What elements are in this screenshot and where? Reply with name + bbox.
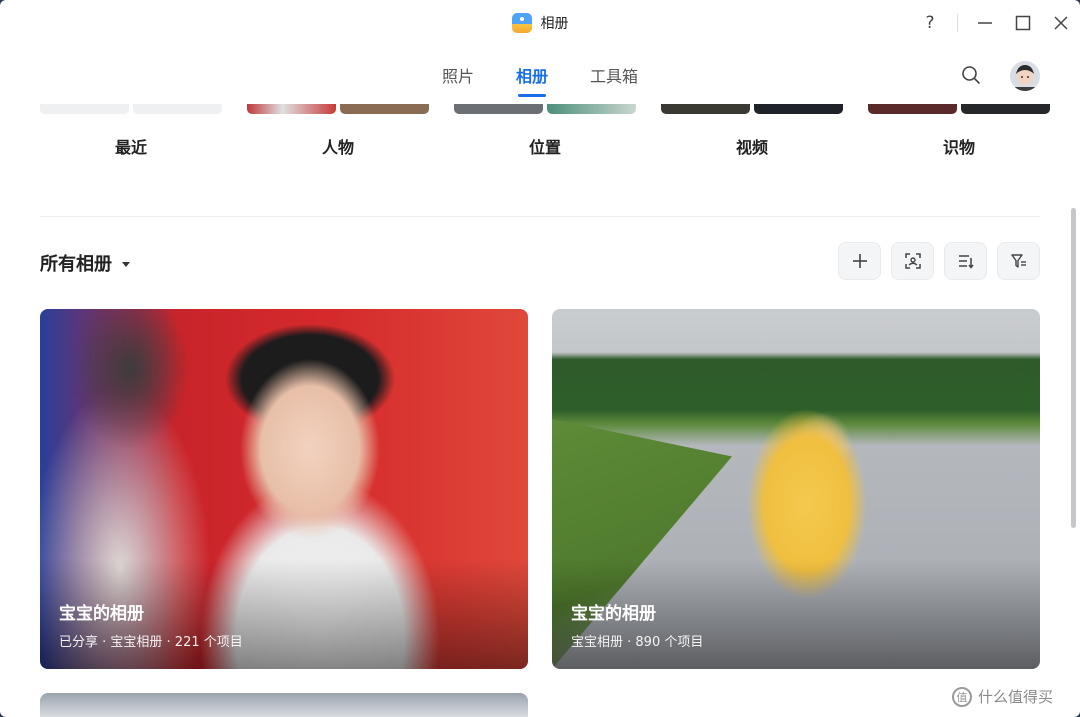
help-icon[interactable]: ? <box>911 0 949 46</box>
watermark-logo-icon: 值 <box>952 686 972 707</box>
caret-down-icon <box>122 261 130 267</box>
close-button[interactable] <box>1042 0 1080 46</box>
controls-divider <box>957 14 958 32</box>
sort-button[interactable] <box>944 242 987 280</box>
album-meta: 已分享 · 宝宝相册 · 221 个项目 <box>59 635 243 650</box>
album-toolbar <box>838 242 1040 280</box>
face-scan-button[interactable] <box>891 242 934 280</box>
tab-albums[interactable]: 相册 <box>516 57 548 97</box>
photos-app-icon <box>511 13 532 33</box>
category-thumbnails <box>454 104 636 114</box>
content-area: 最近 人物 位置 视频 识物 所有相册 宝宝的相册 已分享 · 宝宝相册 · 2… <box>0 104 1080 717</box>
category-thumbnails <box>868 104 1050 114</box>
search-icon <box>962 66 980 84</box>
watermark-text: 什么值得买 <box>978 688 1054 706</box>
category-places[interactable]: 位置 <box>454 104 636 157</box>
album-meta: 宝宝相册 · 890 个项目 <box>571 635 704 650</box>
photos-app-window: 相册 ? 照片 相册 工具箱 最近 人物 位置 视频 识物 所有相册 宝宝的相册… <box>0 0 1080 717</box>
user-avatar-icon <box>1013 65 1037 91</box>
window-controls: ? <box>911 0 1080 46</box>
section-title: 所有相册 <box>40 254 112 275</box>
category-videos[interactable]: 视频 <box>661 104 843 157</box>
category-label: 视频 <box>735 138 768 157</box>
watermark: 值 什么值得买 <box>952 686 1053 707</box>
category-thumbnails <box>661 104 843 114</box>
category-thumbnails <box>40 104 222 114</box>
album-title: 宝宝的相册 <box>59 604 144 624</box>
filter-icon <box>1010 254 1026 268</box>
album-card[interactable] <box>40 693 528 717</box>
add-icon <box>852 254 867 268</box>
album-card[interactable]: 宝宝的相册 已分享 · 宝宝相册 · 221 个项目 <box>40 309 528 669</box>
nav-bar: 照片 相册 工具箱 <box>0 46 1080 104</box>
app-title-text: 相册 <box>540 16 569 32</box>
scrollbar[interactable] <box>1071 208 1076 528</box>
tab-toolbox[interactable]: 工具箱 <box>590 57 638 93</box>
category-row: 最近 人物 位置 视频 识物 <box>40 104 1050 164</box>
category-people[interactable]: 人物 <box>247 104 429 157</box>
category-recent[interactable]: 最近 <box>40 104 222 157</box>
tab-photos[interactable]: 照片 <box>442 57 474 93</box>
sort-icon <box>958 255 974 269</box>
album-title: 宝宝的相册 <box>571 604 656 624</box>
app-title: 相册 <box>511 13 569 33</box>
maximize-icon <box>1015 15 1031 31</box>
tab-bar: 照片 相册 工具箱 <box>0 46 1080 104</box>
album-card[interactable]: 宝宝的相册 宝宝相册 · 890 个项目 <box>552 309 1040 669</box>
category-objects[interactable]: 识物 <box>868 104 1050 157</box>
avatar[interactable] <box>1010 61 1040 91</box>
section-divider <box>40 216 1040 217</box>
maximize-button[interactable] <box>1004 0 1042 46</box>
search-button[interactable] <box>960 64 982 86</box>
face-scan-icon <box>904 253 921 269</box>
close-icon <box>1054 16 1068 30</box>
filter-button[interactable] <box>997 242 1040 280</box>
category-label: 识物 <box>942 138 975 157</box>
minimize-button[interactable] <box>966 0 1004 46</box>
minimize-icon <box>978 22 992 24</box>
add-album-button[interactable] <box>838 242 881 280</box>
category-label: 位置 <box>528 138 561 157</box>
category-label: 最近 <box>114 138 147 157</box>
category-thumbnails <box>247 104 429 114</box>
all-albums-dropdown[interactable]: 所有相册 <box>40 248 130 278</box>
category-label: 人物 <box>321 138 354 157</box>
title-bar: 相册 ? <box>0 0 1080 46</box>
